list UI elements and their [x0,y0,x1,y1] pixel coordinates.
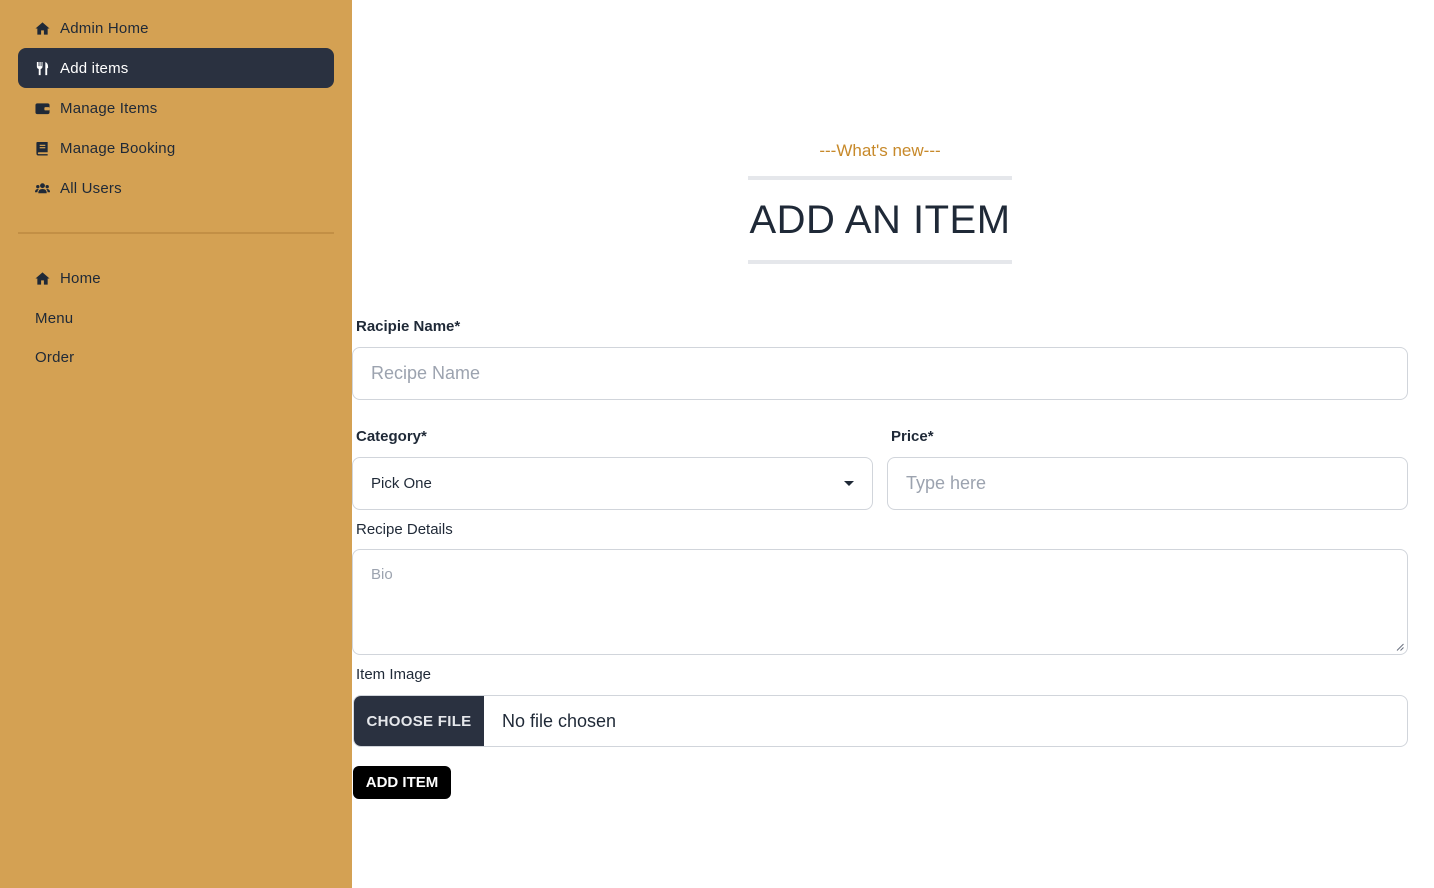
sidebar: Admin Home Add items Manage Items Manage… [0,0,352,888]
price-field-wrap [887,457,1408,510]
heading-frame: ADD AN ITEM [748,176,1012,264]
recipe-details-textarea[interactable] [371,550,1407,654]
category-selected-value: Pick One [371,475,432,492]
wallet-icon [35,101,50,116]
section-header: ---What's new--- ADD AN ITEM [748,140,1012,264]
utensils-icon [35,61,50,76]
sidebar-item-menu[interactable]: Menu [18,299,334,339]
resize-handle-icon[interactable] [1396,643,1404,651]
recipe-name-field-wrap [352,347,1408,400]
sidebar-item-order[interactable]: Order [18,338,334,378]
site-nav: Home Menu Order [18,259,334,378]
price-input[interactable] [906,458,1407,509]
choose-file-button[interactable]: CHOOSE FILE [354,696,484,746]
recipe-details-field-wrap [352,549,1408,655]
sidebar-item-manage-items[interactable]: Manage Items [18,88,334,128]
sidebar-item-label: Manage Booking [60,139,176,157]
price-label: Price* [891,428,934,445]
recipe-name-label: Racipie Name* [356,318,461,335]
category-select[interactable]: Pick One [352,457,873,510]
users-icon [35,181,50,196]
sidebar-item-admin-home[interactable]: Admin Home [18,8,334,48]
sidebar-item-label: Menu [35,309,74,327]
sidebar-item-label: Add items [60,59,129,77]
sidebar-item-label: All Users [60,179,122,197]
admin-nav: Admin Home Add items Manage Items Manage… [18,8,334,208]
section-subheading: ---What's new--- [819,141,941,160]
sidebar-item-label: Home [60,270,101,288]
sidebar-item-all-users[interactable]: All Users [18,168,334,208]
sidebar-item-label: Manage Items [60,99,158,117]
main-content: ---What's new--- ADD AN ITEM Racipie Nam… [352,0,1434,888]
item-image-file-input: CHOOSE FILE No file chosen [353,695,1408,747]
file-status-text: No file chosen [502,710,617,731]
sidebar-item-manage-booking[interactable]: Manage Booking [18,128,334,168]
home-icon [35,21,50,36]
sidebar-item-add-items[interactable]: Add items [18,48,334,88]
book-icon [35,141,50,156]
sidebar-item-home[interactable]: Home [18,259,334,299]
chevron-down-icon [844,481,854,486]
home-icon [35,271,50,286]
page-title: ADD AN ITEM [749,197,1011,242]
recipe-details-label: Recipe Details [356,521,453,538]
recipe-name-input[interactable] [371,348,1407,399]
sidebar-item-label: Admin Home [60,19,149,37]
sidebar-item-label: Order [35,349,75,367]
item-image-label: Item Image [356,666,432,683]
sidebar-divider [18,232,334,234]
category-label: Category* [356,428,427,445]
add-item-button[interactable]: ADD ITEM [353,766,451,799]
